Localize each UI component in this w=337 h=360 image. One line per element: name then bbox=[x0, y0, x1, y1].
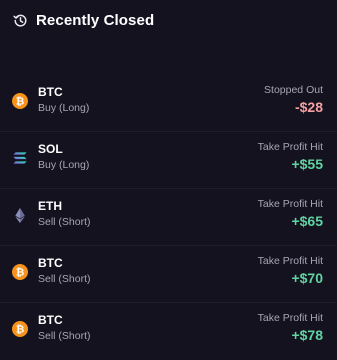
trade-status: Take Profit Hit bbox=[257, 255, 323, 267]
trade-row[interactable]: ₿ BTC Sell (Short) Take Profit Hit +$78 bbox=[0, 303, 337, 360]
trade-row[interactable]: ETH Sell (Short) Take Profit Hit +$65 bbox=[0, 189, 337, 246]
history-icon bbox=[12, 12, 28, 28]
trade-pnl: +$78 bbox=[291, 327, 323, 343]
solana-icon bbox=[12, 150, 28, 166]
trade-row[interactable]: ₿ BTC Buy (Long) Stopped Out -$28 bbox=[0, 75, 337, 132]
trade-status: Take Profit Hit bbox=[257, 198, 323, 210]
trade-pnl: -$28 bbox=[294, 99, 323, 115]
svg-text:₿: ₿ bbox=[16, 267, 25, 279]
trade-symbol: BTC bbox=[38, 313, 63, 327]
trade-row[interactable]: SOL Buy (Long) Take Profit Hit +$55 bbox=[0, 132, 337, 189]
bitcoin-icon: ₿ bbox=[12, 93, 28, 109]
trade-row[interactable]: ₿ BTC Sell (Short) Take Profit Hit +$70 bbox=[0, 246, 337, 303]
ethereum-icon bbox=[12, 207, 28, 223]
trade-symbol: SOL bbox=[38, 142, 63, 156]
trade-status: Take Profit Hit bbox=[257, 141, 323, 153]
trade-status: Stopped Out bbox=[264, 84, 323, 96]
bitcoin-icon: ₿ bbox=[12, 321, 28, 337]
trade-pnl: +$65 bbox=[291, 213, 323, 229]
trade-symbol: ETH bbox=[38, 199, 62, 213]
recently-closed-panel: Recently Closed ₿ BTC Buy (Long) Stopped… bbox=[0, 0, 337, 353]
trade-side: Buy (Long) bbox=[38, 102, 90, 114]
svg-text:₿: ₿ bbox=[16, 324, 25, 336]
trade-symbol: BTC bbox=[38, 256, 63, 270]
panel-title: Recently Closed bbox=[36, 11, 155, 29]
trade-side: Sell (Short) bbox=[38, 330, 91, 342]
trade-side: Sell (Short) bbox=[38, 273, 91, 285]
svg-text:₿: ₿ bbox=[16, 96, 25, 108]
closed-trades-list: ₿ BTC Buy (Long) Stopped Out -$28 SOL Bu… bbox=[0, 75, 337, 360]
trade-pnl: +$55 bbox=[291, 156, 323, 172]
trade-status: Take Profit Hit bbox=[257, 312, 323, 324]
trade-side: Sell (Short) bbox=[38, 216, 91, 228]
trade-side: Buy (Long) bbox=[38, 159, 90, 171]
bitcoin-icon: ₿ bbox=[12, 264, 28, 280]
trade-pnl: +$70 bbox=[291, 270, 323, 286]
trade-symbol: BTC bbox=[38, 85, 63, 99]
panel-header: Recently Closed bbox=[12, 9, 154, 31]
